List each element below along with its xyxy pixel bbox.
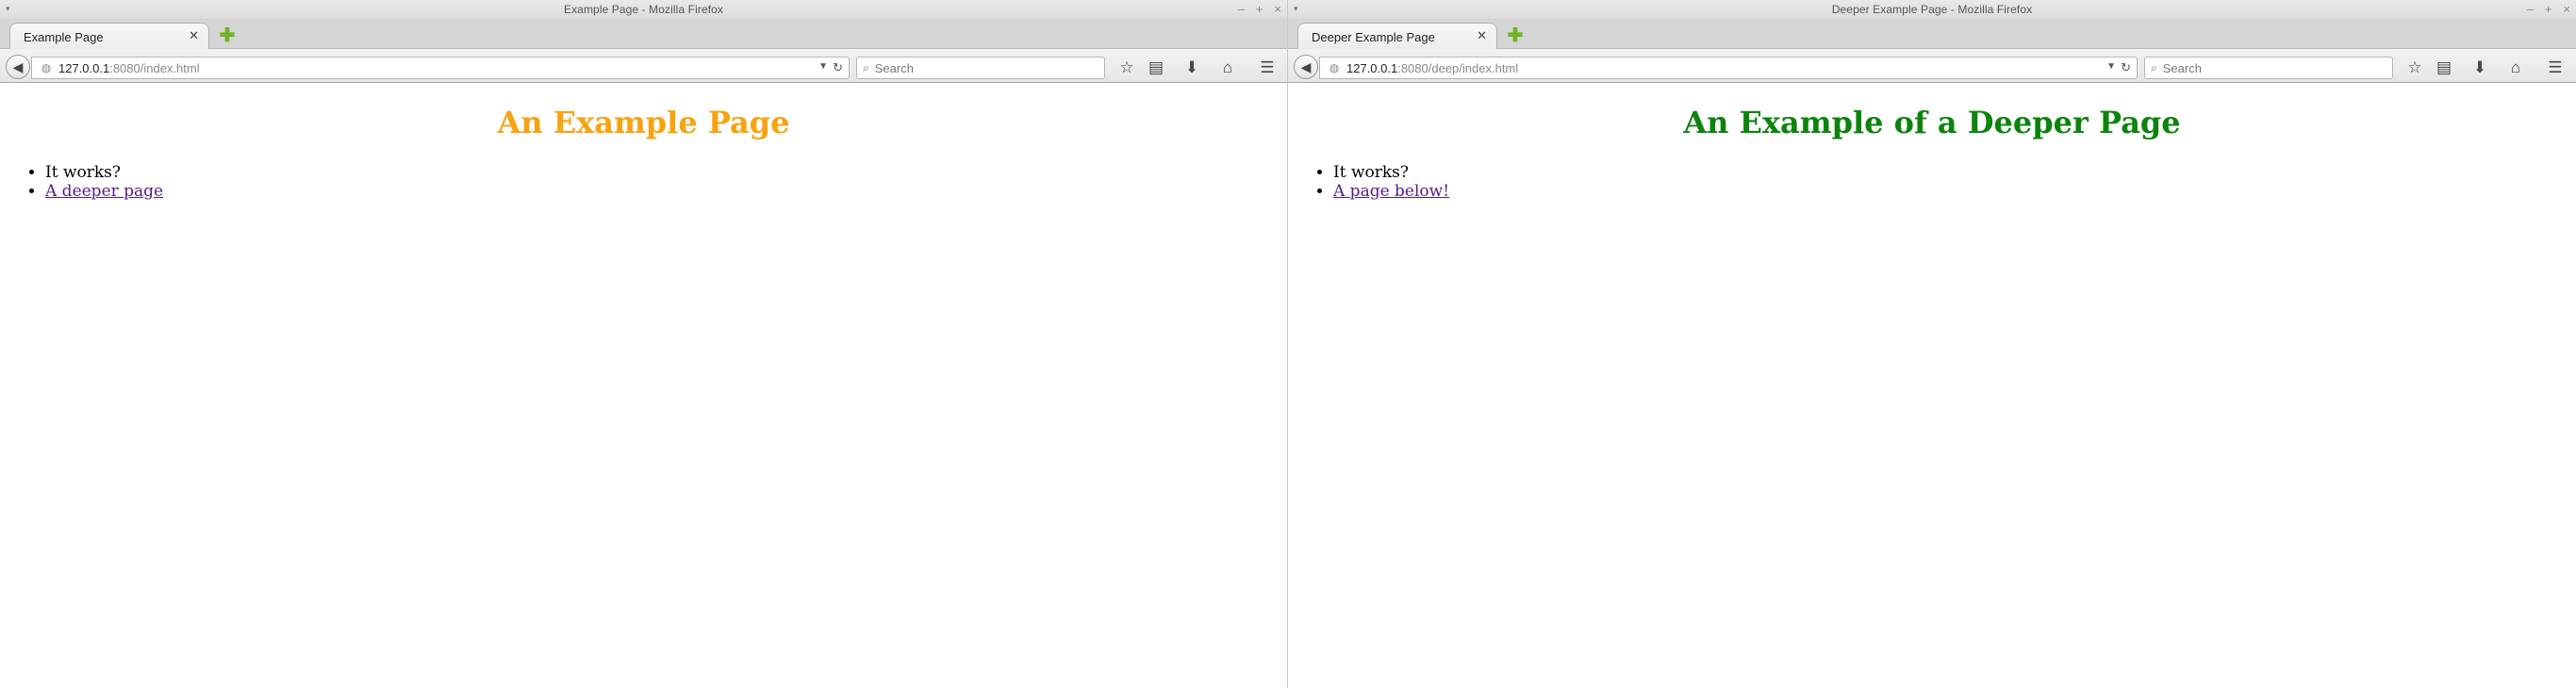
minimize-icon[interactable]: – <box>2527 2 2534 17</box>
url-host: 127.0.0.1 <box>1346 60 1398 75</box>
window-menu-icon[interactable]: ▾ <box>1294 4 1303 13</box>
url-bar[interactable]: ◍ 127.0.0.1:8080/deep/index.html ▼ ↻ <box>1319 57 2138 79</box>
window-controls: – + × <box>2527 2 2570 17</box>
page-heading: An Example of a Deeper Page <box>1683 105 2181 140</box>
page-list: It works? A deeper page <box>45 163 1287 201</box>
navigation-toolbar: ◀ ◍ 127.0.0.1:8080/deep/index.html ▼ ↻ ⌕… <box>1288 49 2576 83</box>
tab-example-page[interactable]: Example Page ✕ <box>9 23 209 50</box>
window-menu-icon[interactable]: ▾ <box>6 4 15 13</box>
window-title: Deeper Example Page - Mozilla Firefox <box>1831 3 2033 16</box>
search-icon: ⌕ <box>2151 60 2157 74</box>
search-input[interactable] <box>874 60 1082 75</box>
bookmark-star-icon[interactable]: ☆ <box>1116 57 1137 78</box>
tab-deeper-example-page[interactable]: Deeper Example Page ✕ <box>1297 23 1497 50</box>
list-item-link: A deeper page <box>45 182 1287 201</box>
list-item: It works? <box>1333 163 2576 182</box>
back-button[interactable]: ◀ <box>1294 55 1318 79</box>
search-icon: ⌕ <box>863 60 869 74</box>
back-arrow-icon: ◀ <box>1300 58 1312 74</box>
globe-icon[interactable]: ◍ <box>38 61 55 74</box>
home-icon[interactable]: ⌂ <box>2505 57 2526 78</box>
title-bar[interactable]: ▾ Example Page - Mozilla Firefox – + × <box>0 0 1287 19</box>
page-heading: An Example Page <box>497 105 790 140</box>
navigation-toolbar: ◀ ◍ 127.0.0.1:8080/index.html ▼ ↻ ⌕ ☆ ▤ … <box>0 49 1287 83</box>
downloads-icon[interactable]: ⬇ <box>1181 57 1202 78</box>
globe-icon[interactable]: ◍ <box>1326 61 1343 74</box>
bookmark-star-icon[interactable]: ☆ <box>2404 57 2425 78</box>
title-bar[interactable]: ▾ Deeper Example Page - Mozilla Firefox … <box>1288 0 2576 19</box>
new-tab-icon[interactable]: ✚ <box>1506 26 1525 46</box>
reload-icon[interactable]: ↻ <box>2121 60 2131 75</box>
close-window-icon[interactable]: × <box>2563 2 2570 17</box>
search-bar[interactable]: ⌕ <box>2144 57 2393 79</box>
back-arrow-icon: ◀ <box>12 58 24 74</box>
window-title: Example Page - Mozilla Firefox <box>563 3 724 16</box>
tab-label: Deeper Example Page <box>1312 29 1435 44</box>
url-path: :8080/deep/index.html <box>1397 60 1519 75</box>
close-tab-icon[interactable]: ✕ <box>189 29 199 42</box>
url-text[interactable]: 127.0.0.1:8080/deep/index.html <box>1346 61 1518 75</box>
tab-strip: Deeper Example Page ✕ ✚ <box>1288 19 2576 50</box>
screen: ▾ Example Page - Mozilla Firefox – + × E… <box>0 0 2576 688</box>
hamburger-menu-icon[interactable]: ☰ <box>1257 57 1278 78</box>
bookmarks-menu-icon[interactable]: ▤ <box>1146 57 1166 78</box>
close-window-icon[interactable]: × <box>1274 2 1281 17</box>
browser-window-right: ▾ Deeper Example Page - Mozilla Firefox … <box>1288 0 2576 688</box>
window-controls: – + × <box>1238 2 1281 17</box>
url-bar[interactable]: ◍ 127.0.0.1:8080/index.html ▼ ↻ <box>31 57 850 79</box>
tab-label: Example Page <box>24 29 104 44</box>
list-item-link: A page below! <box>1333 182 2576 201</box>
url-text[interactable]: 127.0.0.1:8080/index.html <box>58 61 200 75</box>
url-history-dropdown-icon[interactable]: ▼ <box>818 61 828 72</box>
browser-window-left: ▾ Example Page - Mozilla Firefox – + × E… <box>0 0 1288 688</box>
deeper-page-link[interactable]: A deeper page <box>45 182 163 201</box>
hamburger-menu-icon[interactable]: ☰ <box>2545 57 2566 78</box>
back-button[interactable]: ◀ <box>6 55 30 79</box>
reload-icon[interactable]: ↻ <box>833 60 843 75</box>
home-icon[interactable]: ⌂ <box>1217 57 1238 78</box>
page-below-link[interactable]: A page below! <box>1333 182 1449 201</box>
page-list: It works? A page below! <box>1333 163 2576 201</box>
list-item: It works? <box>45 163 1287 182</box>
url-host: 127.0.0.1 <box>58 60 110 75</box>
bookmarks-menu-icon[interactable]: ▤ <box>2434 57 2454 78</box>
url-path: :8080/index.html <box>109 60 200 75</box>
maximize-icon[interactable]: + <box>2545 2 2552 17</box>
search-bar[interactable]: ⌕ <box>856 57 1105 79</box>
close-tab-icon[interactable]: ✕ <box>1477 29 1487 42</box>
search-input[interactable] <box>2162 60 2370 75</box>
downloads-icon[interactable]: ⬇ <box>2469 57 2490 78</box>
tab-strip: Example Page ✕ ✚ <box>0 19 1287 50</box>
url-history-dropdown-icon[interactable]: ▼ <box>2106 61 2116 72</box>
page-content: An Example of a Deeper Page It works? A … <box>1288 84 2576 688</box>
minimize-icon[interactable]: – <box>1238 2 1245 17</box>
page-content: An Example Page It works? A deeper page <box>0 84 1287 688</box>
maximize-icon[interactable]: + <box>1256 2 1263 17</box>
new-tab-icon[interactable]: ✚ <box>218 26 237 46</box>
